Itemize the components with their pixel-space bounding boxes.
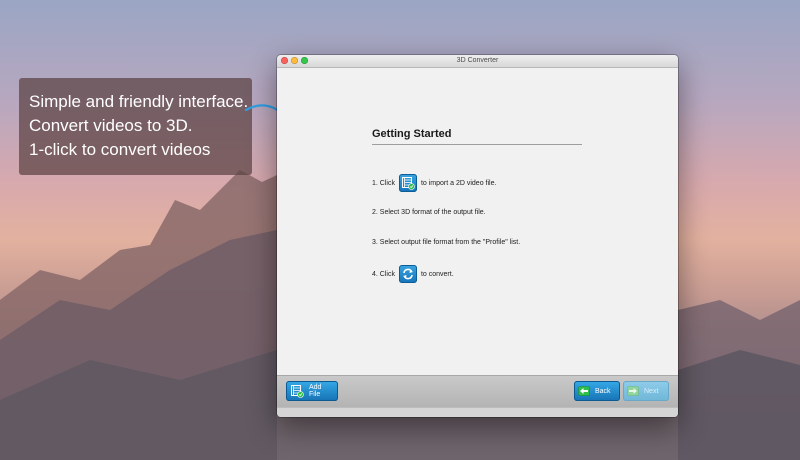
promo-banner: Simple and friendly interface. Convert v… — [19, 78, 252, 175]
step-1: 1. Click to import a 2D video file. — [372, 174, 496, 192]
step-2: 2. Select 3D format of the output file. — [372, 209, 486, 216]
film-add-icon — [398, 174, 417, 192]
step-3: 3. Select output file format from the "P… — [372, 239, 520, 246]
film-add-icon — [290, 384, 304, 398]
step-4: 4. Click to convert. — [372, 265, 454, 283]
bottom-toolbar: Add File Back Next — [277, 375, 678, 408]
step-4-suffix: to convert. — [420, 270, 454, 278]
app-window: 3D Converter Getting Started 1. Click to… — [277, 55, 678, 417]
step-2-text: 2. Select 3D format of the output file. — [372, 209, 486, 216]
step-1-suffix: to import a 2D video file. — [420, 179, 497, 187]
promo-line: Convert videos to 3D. — [29, 116, 193, 135]
window-bottom-edge — [277, 407, 678, 417]
promo-line: Simple and friendly interface. — [29, 92, 249, 111]
window-title: 3D Converter — [456, 57, 499, 64]
add-file-button[interactable]: Add File — [286, 381, 338, 401]
back-button[interactable]: Back — [574, 381, 620, 401]
add-file-label: Add File — [309, 384, 322, 398]
next-label: Next — [644, 387, 659, 395]
step-1-prefix: 1. Click — [372, 179, 395, 187]
promo-line: 1-click to convert videos — [29, 140, 211, 159]
getting-started-heading: Getting Started — [372, 128, 582, 145]
convert-arrows-icon — [398, 265, 417, 283]
getting-started-panel: Getting Started 1. Click to import a 2D … — [277, 68, 678, 375]
step-4-prefix: 4. Click — [372, 270, 395, 278]
arrow-right-icon — [627, 386, 639, 396]
arrow-left-icon — [578, 386, 590, 396]
step-3-text: 3. Select output file format from the "P… — [372, 239, 521, 246]
next-button[interactable]: Next — [623, 381, 669, 401]
title-bar[interactable]: 3D Converter — [277, 55, 678, 68]
back-label: Back — [595, 387, 611, 395]
